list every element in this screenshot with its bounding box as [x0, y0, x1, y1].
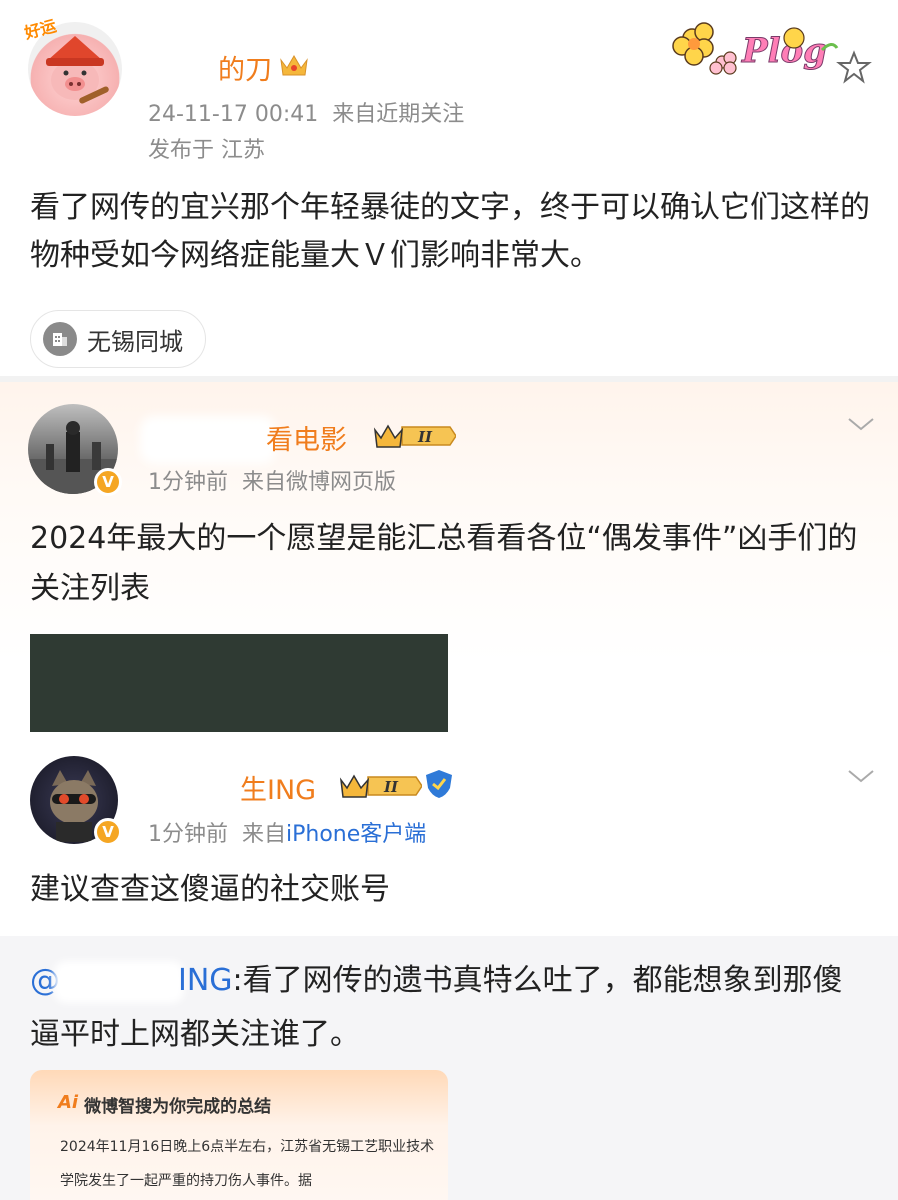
- comment-username[interactable]: 看电影: [266, 418, 347, 457]
- shield-badge-icon: [426, 770, 452, 798]
- ai-logo-icon: Ai: [58, 1092, 79, 1113]
- vip-crown-icon: II: [372, 420, 457, 456]
- post-timestamp: 24-11-17 00:41 来自近期关注: [148, 102, 465, 127]
- comment-body: 建议查查这傻逼的社交账号: [30, 872, 390, 907]
- svg-text:II: II: [383, 778, 399, 796]
- verified-badge: V: [94, 468, 122, 496]
- chevron-down-icon[interactable]: [846, 766, 876, 786]
- comment-meta: 1分钟前 来自iPhone客户端: [148, 822, 427, 847]
- comment-username[interactable]: 生ING: [240, 768, 316, 807]
- chevron-down-icon[interactable]: [846, 414, 876, 434]
- ai-summary-title: Ai 微博智搜为你完成的总结: [58, 1092, 272, 1117]
- svg-text:II: II: [417, 428, 433, 446]
- comment-meta: 1分钟前 来自微博网页版: [148, 470, 397, 495]
- redacted-username: [148, 772, 242, 804]
- post-username[interactable]: 的刀: [218, 48, 272, 87]
- post-body: 看了网传的宜兴那个年轻暴徒的文字，终于可以确认它们这样的物种受如今网络症能量大Ｖ…: [30, 190, 870, 273]
- redacted-username: [148, 52, 220, 82]
- verified-badge: V: [94, 818, 122, 846]
- plog-sticker-icon: Plog: [672, 22, 839, 75]
- building-icon: [43, 322, 77, 356]
- repost-text: @ ING:看了网传的遗书真特么吐了，都能想象到那傻逼平时上网都关注谁了。: [30, 963, 843, 1052]
- client-source-link[interactable]: iPhone客户端: [286, 822, 426, 847]
- favorite-star-icon[interactable]: [836, 50, 872, 84]
- topic-tag-button[interactable]: 无锡同城: [30, 310, 206, 368]
- post-location: 发布于 江苏: [148, 138, 265, 163]
- comment-body: 2024年最大的一个愿望是能汇总看看各位“偶发事件”凶手们的关注列表: [30, 521, 858, 606]
- topic-tag-label: 无锡同城: [87, 327, 183, 356]
- ai-summary-card[interactable]: Ai 微博智搜为你完成的总结 2024年11月16日晚上6点半左右，江苏省无锡工艺…: [30, 1070, 448, 1200]
- comment-image[interactable]: [30, 634, 448, 732]
- mention-link[interactable]: @ ING: [30, 963, 233, 998]
- ai-summary-body: 2024年11月16日晚上6点半左右，江苏省无锡工艺职业技术学院发生了一起严重的…: [60, 1139, 435, 1189]
- crown-icon: [278, 50, 310, 84]
- vip-crown-icon: II: [338, 770, 423, 806]
- redacted-username: [148, 424, 268, 456]
